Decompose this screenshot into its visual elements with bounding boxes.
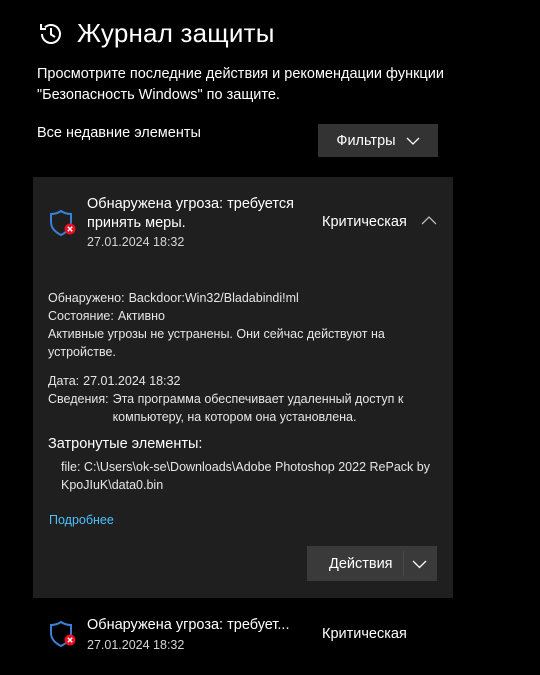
filters-button[interactable]: Фильтры [318, 124, 438, 157]
info-value: Эта программа обеспечивает удаленный дос… [112, 392, 404, 424]
severity-label: Критическая [322, 214, 407, 230]
threat-title: Обнаружена угроза: требуется принять мер… [87, 196, 294, 231]
threat-date: 27.01.2024 18:32 [87, 235, 185, 249]
page-title: Журнал защиты [77, 18, 275, 48]
detected-label: Обнаружено: [48, 291, 125, 305]
state-label: Состояние: [48, 309, 114, 323]
button-divider [403, 551, 404, 576]
page-header: Журнал защиты [37, 18, 275, 49]
threat-date: 27.01.2024 18:32 [87, 638, 185, 652]
threat-note: Активные угрозы не устранены. Они сейчас… [48, 327, 385, 359]
threat-card-expanded[interactable]: Обнаружена угроза: требуется принять мер… [33, 177, 453, 598]
info-label: Сведения: [48, 392, 109, 406]
chevron-down-icon [406, 137, 420, 145]
affected-items-heading: Затронутые элементы: [48, 436, 203, 452]
threat-title: Обнаружена угроза: требует... [87, 617, 290, 633]
severity-label: Критическая [322, 626, 407, 642]
date-value: 27.01.2024 18:32 [83, 374, 181, 388]
actions-label: Действия [329, 555, 393, 572]
history-icon [40, 23, 61, 44]
more-info-link[interactable]: Подробнее [49, 513, 114, 527]
chevron-up-icon[interactable] [421, 215, 437, 225]
filters-label: Фильтры [336, 132, 396, 149]
page-description: Просмотрите последние действия и рекомен… [37, 66, 444, 103]
detected-value: Backdoor:Win32/Bladabindi!ml [128, 291, 299, 305]
shield-threat-icon [50, 620, 76, 648]
threat-card-collapsed[interactable]: Обнаружена угроза: требует... 27.01.2024… [33, 606, 453, 668]
date-label: Дата: [48, 374, 80, 388]
state-value: Активно [117, 309, 166, 323]
threat-details: Обнаружено: Backdoor:Win32/Bladabindi!ml… [48, 289, 428, 426]
affected-file-path: file: C:\Users\ok-se\Downloads\Adobe Pho… [61, 460, 430, 492]
shield-threat-icon [50, 209, 76, 237]
actions-button[interactable]: Действия [307, 546, 437, 581]
chevron-down-icon [412, 560, 427, 569]
recent-items-label: Все недавние элементы [37, 125, 201, 141]
